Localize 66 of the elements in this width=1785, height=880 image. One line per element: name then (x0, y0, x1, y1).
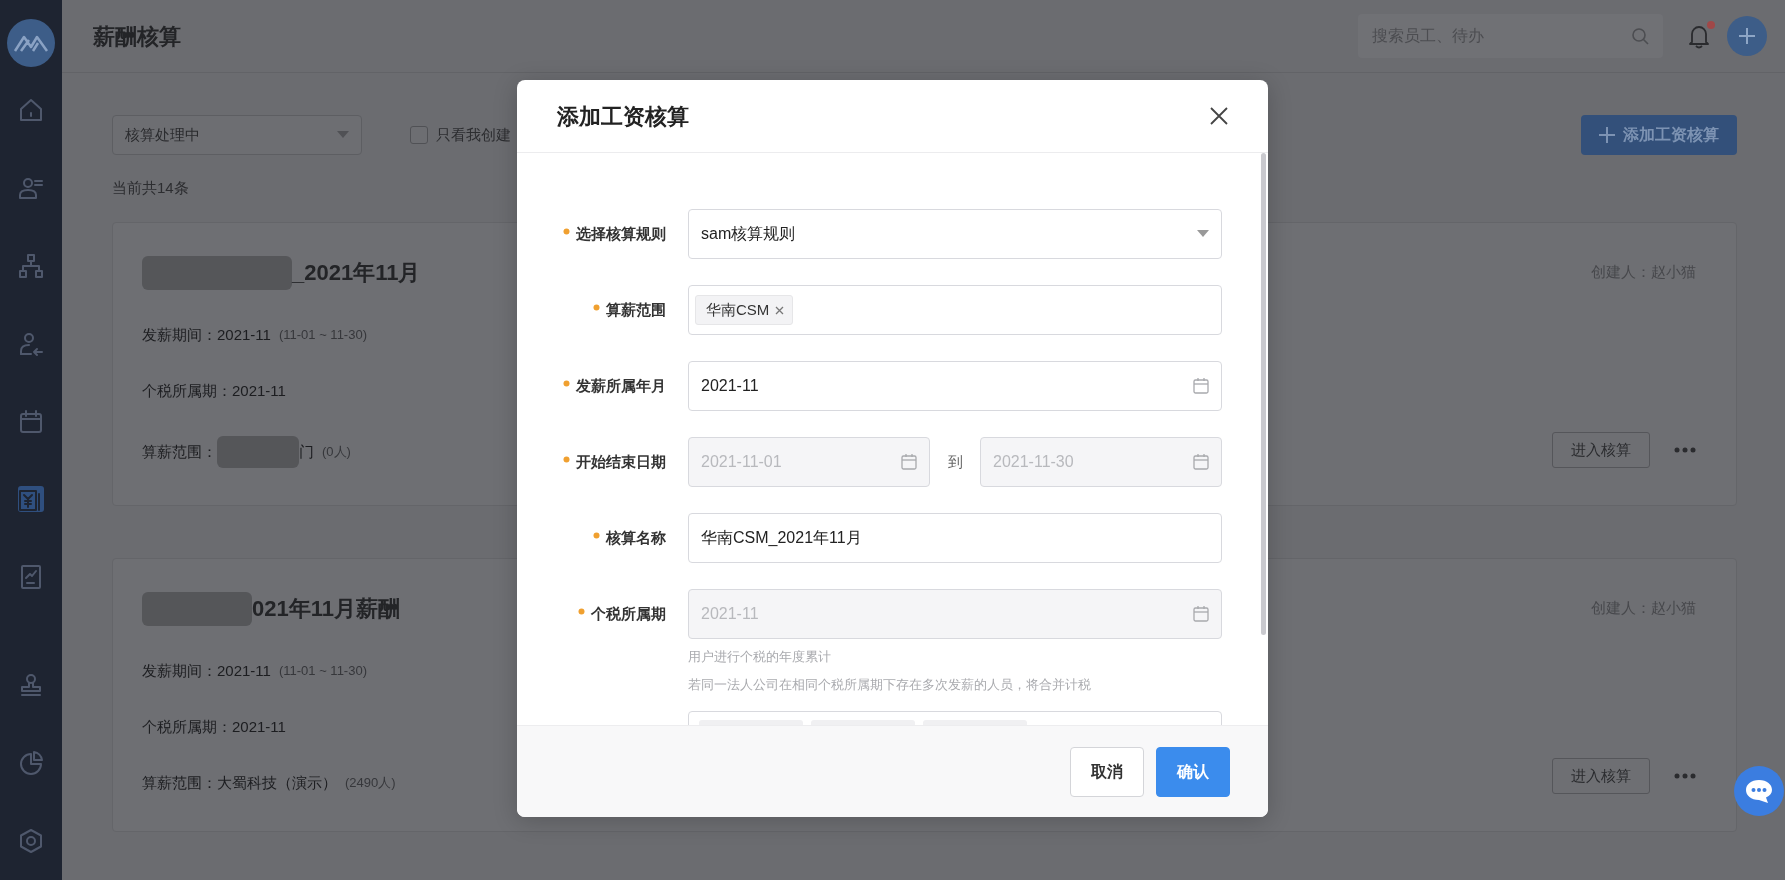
field-label: 算薪范围 (606, 301, 666, 318)
field-note: (11-01 ~ 11-30) (278, 326, 367, 344)
add-payroll-button[interactable]: 添加工资核算 (1581, 115, 1737, 155)
checkbox[interactable] (410, 126, 428, 144)
pie-chart-icon[interactable] (17, 749, 45, 778)
field-label: 核算名称 (606, 529, 666, 546)
checkbox-label[interactable]: 只看我创建 (436, 123, 511, 147)
more-icon[interactable] (1674, 447, 1696, 453)
scrollbar[interactable] (1261, 153, 1266, 635)
field-note: (11-01 ~ 11-30) (278, 662, 367, 680)
field-note: (2490人) (345, 774, 396, 792)
field-label: 发薪期间： (142, 661, 217, 681)
more-icon[interactable] (1674, 773, 1696, 779)
range-separator: 到 (946, 451, 964, 472)
field-value: 2021-11 (232, 381, 286, 401)
calendar-icon (901, 454, 917, 470)
status-select[interactable]: 核算处理中 (112, 115, 362, 155)
date-field[interactable]: 2021-11 (688, 361, 1222, 411)
text-field[interactable]: 华南CSM_2021年11月 (688, 513, 1222, 563)
bell-icon[interactable] (1687, 23, 1711, 49)
field-value: 门 (299, 442, 314, 462)
add-button[interactable] (1727, 16, 1767, 56)
hexagon-settings-icon[interactable] (17, 827, 45, 855)
calendar-icon (1193, 454, 1209, 470)
field-value: 2021-11 (232, 717, 286, 737)
field-value: 2021-11 (217, 325, 271, 345)
field-label: 开始结束日期 (576, 453, 666, 470)
field-value: 大蜀科技（演示） (217, 773, 337, 793)
calendar-icon (1193, 606, 1209, 622)
chat-bubble-icon (1744, 778, 1774, 804)
enter-button[interactable]: 进入核算 (1552, 432, 1650, 468)
field-label: 个税所属期： (142, 717, 232, 737)
field-label: 个税所属期： (142, 381, 232, 401)
card-title: 021年11月薪酬 (252, 595, 400, 623)
remove-icon[interactable] (775, 305, 785, 315)
org-chart-icon[interactable] (17, 251, 45, 280)
field-label: 算薪范围： (142, 442, 217, 462)
logo-icon (7, 19, 55, 67)
caret-icon (1197, 230, 1209, 238)
field-value: 2021-11 (217, 661, 271, 681)
plus-icon (1738, 27, 1756, 45)
field-label: 个税所属期 (591, 605, 666, 622)
page-title: 薪酬核算 (93, 22, 181, 51)
calendar-icon[interactable] (1193, 378, 1209, 394)
enter-button[interactable]: 进入核算 (1552, 758, 1650, 794)
close-icon[interactable] (1210, 107, 1228, 125)
field-note: (0人) (322, 443, 351, 461)
tag-chip[interactable]: 华南CSM (695, 294, 794, 326)
field-label: 算薪范围： (142, 773, 217, 793)
card-title: _2021年11月 (292, 259, 421, 287)
calendar-icon[interactable] (17, 407, 45, 436)
yen-document-icon[interactable] (17, 485, 45, 514)
field-label: 发薪期间： (142, 325, 217, 345)
caret-icon (337, 131, 349, 139)
record-count: 当前共14条 (112, 178, 190, 198)
chat-button[interactable] (1734, 766, 1784, 816)
search-icon[interactable] (1631, 27, 1649, 45)
select-field[interactable]: sam核算规则 (688, 209, 1222, 259)
field-label: 选择核算规则 (576, 225, 666, 242)
cancel-button[interactable]: 取消 (1070, 746, 1144, 797)
plus-icon (1599, 127, 1615, 143)
confirm-button[interactable]: 确认 (1156, 746, 1230, 797)
dialog-title: 添加工资核算 (557, 102, 689, 131)
field-label: 发薪所属年月 (576, 377, 666, 394)
tag-input-field[interactable]: 华南CSM (688, 285, 1222, 335)
help-text: 用户进行个税的年度累计 (688, 648, 832, 666)
